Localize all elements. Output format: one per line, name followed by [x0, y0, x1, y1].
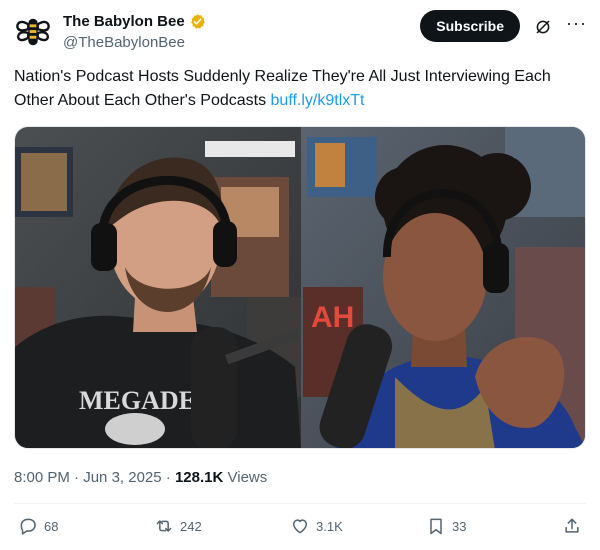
share-button[interactable]: [562, 516, 582, 536]
share-icon: [565, 518, 579, 533]
tweet-link[interactable]: buff.ly/k9tlxTt: [271, 92, 365, 109]
svg-text:AH: AH: [311, 301, 354, 334]
podcast-photo: MEGADETH AH: [15, 127, 585, 448]
tweet-header: The Babylon Bee @TheBabylonBee Subscribe…: [14, 10, 586, 54]
tweet-date[interactable]: Jun 3, 2025: [83, 469, 161, 486]
account-name-block[interactable]: The Babylon Bee @TheBabylonBee: [63, 12, 206, 52]
reply-icon: [20, 518, 36, 535]
repost-count: 242: [180, 518, 202, 534]
display-name[interactable]: The Babylon Bee: [63, 12, 206, 31]
grok-icon[interactable]: [534, 18, 552, 36]
tweet-time[interactable]: 8:00 PM: [14, 469, 70, 486]
tweet-media-image[interactable]: MEGADETH AH: [14, 126, 586, 449]
views-count: 128.1K: [174, 469, 224, 486]
account-handle[interactable]: @TheBabylonBee: [63, 33, 206, 52]
heart-icon: [293, 519, 307, 534]
meta-separator: ·: [69, 469, 84, 486]
display-name-text: The Babylon Bee: [63, 13, 185, 30]
babylon-bee-logo-icon[interactable]: [14, 13, 52, 51]
meta-separator: ·: [161, 469, 175, 486]
tweet-meta: 8:00 PM · Jun 3, 2025 · 128.1K Views: [14, 469, 267, 486]
reply-count: 68: [44, 518, 59, 534]
repost-button[interactable]: 242: [154, 516, 202, 536]
tweet-actions: 68 242 3.1K 33: [14, 516, 586, 542]
like-button[interactable]: 3.1K: [290, 516, 343, 536]
tweet-text: Nation's Podcast Hosts Suddenly Realize …: [14, 65, 586, 113]
subscribe-button[interactable]: Subscribe: [420, 10, 520, 42]
verified-badge-icon: [190, 14, 205, 29]
bookmark-button[interactable]: 33: [426, 516, 466, 536]
views-label: Views: [227, 469, 268, 486]
bookmark-count: 33: [452, 518, 467, 534]
like-count: 3.1K: [316, 518, 343, 534]
more-options-icon[interactable]: ···: [566, 14, 586, 36]
repost-icon: [156, 520, 172, 532]
divider: [14, 503, 586, 504]
bookmark-icon: [430, 518, 442, 535]
reply-button[interactable]: 68: [18, 516, 58, 536]
